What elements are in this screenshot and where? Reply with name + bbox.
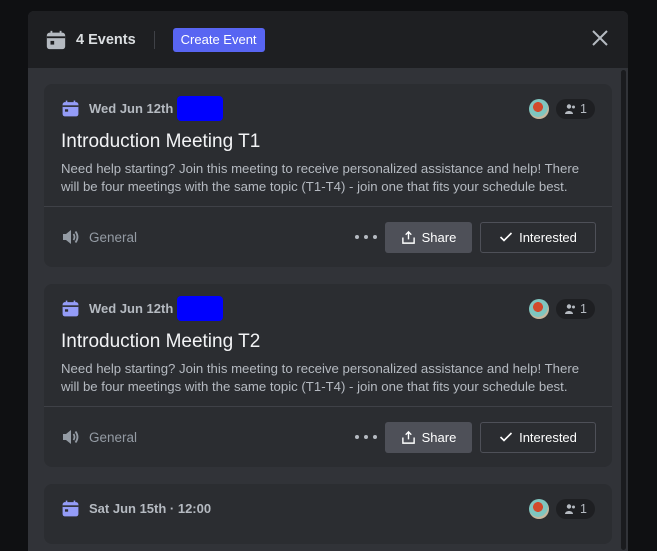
channel-name: General (89, 229, 138, 245)
interested-count-badge: 1 (556, 99, 595, 119)
event-description: Need help starting? Join this meeting to… (61, 161, 580, 194)
interested-button[interactable]: Interested (480, 221, 596, 253)
divider (153, 30, 155, 49)
redacted-time (177, 295, 224, 321)
share-button[interactable]: Share (385, 221, 472, 253)
close-icon[interactable] (590, 28, 610, 48)
people-icon (565, 504, 576, 514)
event-title[interactable]: Introduction Meeting T1 (61, 130, 595, 154)
checkmark-icon (500, 232, 513, 242)
calendar-icon (46, 30, 66, 49)
event-title[interactable]: Introduction Meeting T2 (61, 330, 595, 354)
event-date: Wed Jun 12th (89, 100, 174, 116)
event-channel[interactable]: General (61, 427, 137, 447)
share-icon (401, 430, 415, 444)
speaker-icon (63, 230, 79, 244)
events-modal: 4 Events Create Event Wed Jun 12th 1 Int… (28, 11, 628, 551)
interested-button[interactable]: Interested (480, 421, 596, 453)
people-icon (565, 304, 576, 314)
calendar-icon (62, 500, 79, 516)
interested-count: 1 (580, 102, 587, 116)
channel-name: General (89, 429, 138, 445)
interested-count: 1 (580, 502, 587, 516)
modal-header: 4 Events Create Event (28, 11, 628, 68)
event-date: Sat Jun 15th · 12:00 (89, 500, 212, 516)
create-event-button[interactable]: Create Event (172, 27, 265, 52)
creator-avatar[interactable] (529, 299, 550, 319)
checkmark-icon (500, 432, 513, 442)
creator-avatar[interactable] (529, 99, 550, 119)
speaker-icon (63, 430, 79, 444)
event-card[interactable]: Wed Jun 12th 1 Introduction Meeting T1 N… (44, 84, 612, 267)
redacted-time (177, 95, 224, 121)
people-icon (565, 104, 576, 114)
events-count: 4 Events (76, 31, 136, 48)
scrollbar[interactable] (621, 70, 626, 550)
interested-count-badge: 1 (556, 299, 595, 319)
more-options-icon[interactable] (355, 427, 377, 447)
calendar-icon (62, 100, 79, 116)
creator-avatar[interactable] (529, 499, 550, 519)
event-channel[interactable]: General (61, 227, 137, 247)
more-options-icon[interactable] (355, 227, 377, 247)
calendar-icon (62, 300, 79, 316)
event-date: Wed Jun 12th (89, 300, 174, 316)
interested-count-badge: 1 (556, 499, 595, 519)
event-description: Need help starting? Join this meeting to… (61, 361, 580, 394)
interested-count: 1 (580, 302, 587, 316)
share-button[interactable]: Share (385, 421, 472, 453)
event-card[interactable]: Sat Jun 15th · 12:00 1 (44, 484, 612, 544)
events-list: Wed Jun 12th 1 Introduction Meeting T1 N… (28, 68, 628, 551)
event-card[interactable]: Wed Jun 12th 1 Introduction Meeting T2 N… (44, 284, 612, 467)
share-icon (401, 230, 415, 244)
